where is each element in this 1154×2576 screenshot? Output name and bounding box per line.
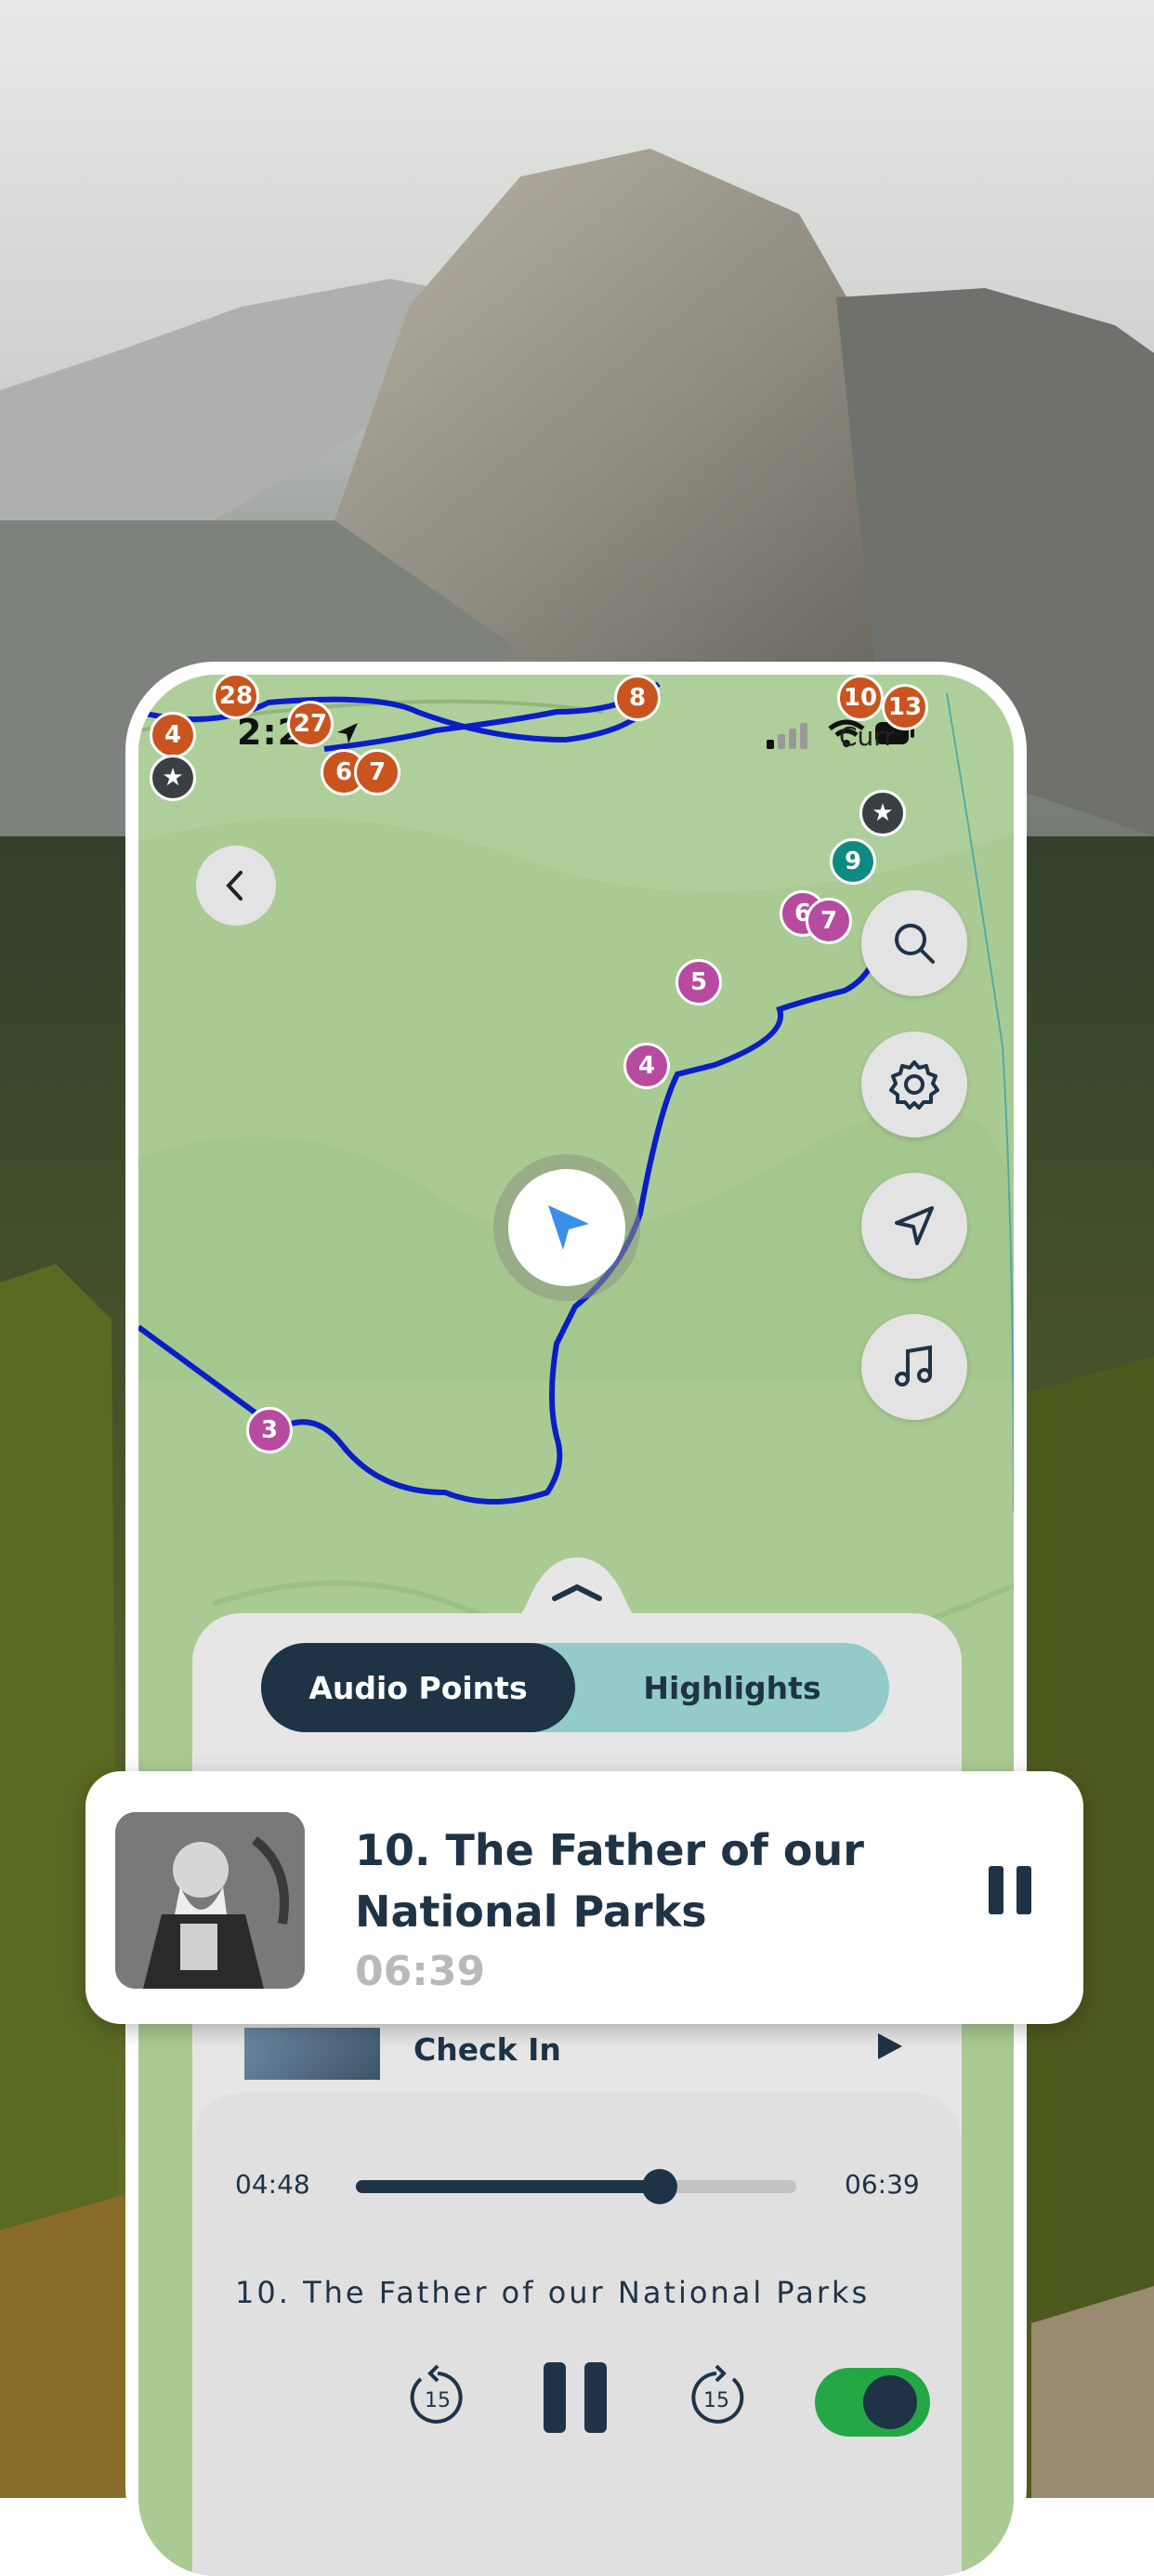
map-pin[interactable]: 28 <box>213 675 259 719</box>
locate-button[interactable] <box>861 1173 967 1279</box>
elapsed-time: 04:48 <box>235 2169 310 2200</box>
search-icon <box>895 924 935 964</box>
pause-icon <box>989 1866 1031 1914</box>
settings-button[interactable] <box>861 1032 967 1137</box>
map-label-current: Curr <box>839 721 895 752</box>
portrait-image <box>115 1812 305 1989</box>
player-track-title: 10. The Father of our National Parks <box>235 2275 871 2310</box>
card-track-duration: 06:39 <box>355 1948 486 1995</box>
map-pin[interactable]: 27 <box>287 701 334 747</box>
map-pin[interactable]: 10 <box>837 675 884 721</box>
heading-arrow-icon <box>548 1205 589 1250</box>
route-pin[interactable]: 3 <box>246 1407 293 1453</box>
total-time: 06:39 <box>845 2169 920 2200</box>
star-icon: ★ <box>872 799 894 827</box>
location-services-icon <box>337 723 358 743</box>
list-item-title: Check In <box>413 2031 561 2068</box>
app-screen: 2:20 Curr 4 28 ★ 27 6 7 8 10 13 ★ 9 3 4 … <box>138 675 1014 2576</box>
cellular-signal-icon <box>767 723 807 749</box>
route-pin[interactable]: 7 <box>806 898 852 944</box>
back-button[interactable] <box>196 846 276 926</box>
card-pause-button[interactable] <box>987 1864 1033 1920</box>
pause-button[interactable] <box>540 2359 610 2440</box>
gear-icon <box>889 1060 939 1110</box>
star-icon: ★ <box>162 764 184 792</box>
track-thumbnail <box>115 1812 305 1989</box>
rewind-15-icon: 15 <box>410 2364 463 2424</box>
map-pin-star[interactable]: ★ <box>150 755 196 801</box>
map-pin[interactable]: 7 <box>354 749 400 795</box>
list-item-thumbnail <box>244 2028 380 2080</box>
audio-player: 04:48 06:39 10. The Father of our Nation… <box>192 2093 962 2576</box>
chevron-left-icon <box>226 871 243 900</box>
skip-back-label: 15 <box>425 2389 451 2412</box>
map-pin-star[interactable]: ★ <box>859 790 906 836</box>
segmented-control: Audio Points Highlights <box>261 1643 889 1732</box>
skip-forward-button[interactable]: 15 <box>681 2362 752 2437</box>
autoplay-toggle[interactable] <box>815 2368 930 2437</box>
skip-back-button[interactable]: 15 <box>402 2362 473 2437</box>
route-pin[interactable]: 4 <box>623 1043 670 1089</box>
pause-icon <box>544 2362 607 2433</box>
card-track-title: 10. The Father of our National Parks <box>355 1825 864 1937</box>
search-button[interactable] <box>861 890 967 996</box>
music-button[interactable] <box>861 1314 967 1420</box>
music-note-icon <box>895 1345 932 1387</box>
progress-fill <box>356 2180 661 2193</box>
map-pin[interactable]: 8 <box>614 675 661 721</box>
list-item[interactable]: Check In <box>244 2028 923 2102</box>
progress-knob[interactable] <box>642 2169 678 2204</box>
map-pin[interactable]: 4 <box>150 712 196 758</box>
bottom-sheet: Audio Points Highlights Check In 04:48 0… <box>192 1557 962 2576</box>
map-pin[interactable]: 9 <box>830 838 876 885</box>
user-location-marker[interactable] <box>508 1169 625 1286</box>
tab-highlights[interactable]: Highlights <box>575 1643 889 1732</box>
map-pin[interactable]: 13 <box>882 684 928 730</box>
navigation-arrow-icon <box>895 1206 934 1245</box>
toggle-knob <box>863 2375 917 2429</box>
progress-track[interactable] <box>356 2169 796 2204</box>
route-pin[interactable]: 5 <box>675 959 722 1005</box>
phone-frame: 2:20 Curr 4 28 ★ 27 6 7 8 10 13 ★ 9 3 4 … <box>125 662 1027 2576</box>
forward-15-icon: 15 <box>691 2364 744 2424</box>
sheet-body: Audio Points Highlights Check In 04:48 0… <box>192 1613 962 2576</box>
tab-audio-points[interactable]: Audio Points <box>261 1643 575 1732</box>
play-icon[interactable] <box>872 2030 906 2063</box>
now-playing-card[interactable]: 10. The Father of our National Parks 06:… <box>85 1771 1083 2024</box>
skip-forward-label: 15 <box>703 2389 729 2412</box>
